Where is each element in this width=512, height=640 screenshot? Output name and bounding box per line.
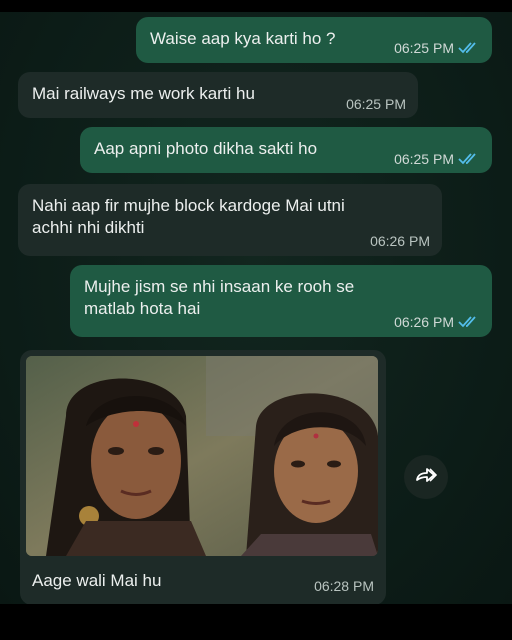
message-text-line: Mujhe jism se nhi insaan ke rooh se — [84, 277, 355, 296]
message-time: 06:28 PM — [314, 578, 374, 594]
message-time: 06:25 PM — [394, 151, 454, 167]
forward-button[interactable] — [404, 455, 448, 499]
message-text: Aap apni photo dikha sakti ho — [94, 139, 318, 158]
message-text: Waise aap kya karti ho ? — [150, 29, 336, 48]
message-text-line: achhi nhi dikhti — [32, 218, 145, 237]
double-check-icon — [458, 152, 480, 166]
photo-caption: Aage wali Mai hu — [32, 571, 162, 590]
message-meta: 06:25 PM — [394, 148, 480, 170]
photo-message[interactable]: Aage wali Mai hu 06:28 PM — [20, 350, 386, 605]
message-time: 06:26 PM — [394, 314, 454, 330]
message-incoming[interactable]: Mai railways me work karti hu 06:25 PM — [18, 72, 418, 118]
message-meta: 06:28 PM — [314, 575, 374, 597]
message-meta: 06:25 PM — [394, 37, 480, 59]
message-meta: 06:26 PM — [370, 230, 430, 252]
message-outgoing[interactable]: Aap apni photo dikha sakti ho 06:25 PM — [80, 127, 492, 173]
message-meta: 06:25 PM — [346, 93, 406, 115]
message-outgoing[interactable]: Waise aap kya karti ho ? 06:25 PM — [136, 17, 492, 63]
message-photo[interactable] — [26, 356, 378, 556]
top-bar — [0, 0, 512, 12]
message-outgoing[interactable]: Mujhe jism se nhi insaan ke rooh se matl… — [70, 265, 492, 337]
message-text: Mai railways me work karti hu — [32, 84, 255, 103]
double-check-icon — [458, 41, 480, 55]
message-text-line: matlab hota hai — [84, 299, 201, 318]
forward-icon — [415, 466, 438, 489]
message-time: 06:26 PM — [370, 233, 430, 249]
message-text-line: Nahi aap fir mujhe block kardoge Mai utn… — [32, 196, 345, 215]
message-meta: 06:26 PM — [394, 311, 480, 333]
message-time: 06:25 PM — [346, 96, 406, 112]
bottom-bar — [0, 604, 512, 640]
message-time: 06:25 PM — [394, 40, 454, 56]
double-check-icon — [458, 315, 480, 329]
message-incoming[interactable]: Nahi aap fir mujhe block kardoge Mai utn… — [18, 184, 442, 256]
